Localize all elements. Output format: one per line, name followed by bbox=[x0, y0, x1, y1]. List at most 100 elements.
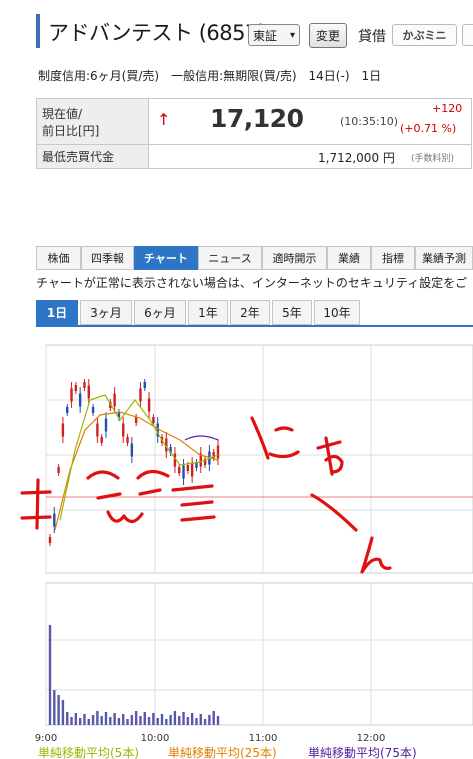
volume-bar bbox=[165, 719, 168, 725]
legend: 単純移動平均(5本) 単純移動平均(25本) 単純移動平均(75本) bbox=[38, 746, 417, 759]
candle-body bbox=[57, 467, 60, 473]
tab-chart[interactable]: チャート bbox=[134, 246, 198, 270]
current-price: 17,120 bbox=[210, 104, 304, 133]
legend-item: 単純移動平均(75本) bbox=[308, 746, 417, 759]
range-2y[interactable]: 2年 bbox=[230, 300, 270, 325]
change-button[interactable]: 変更 bbox=[309, 23, 347, 48]
extra-button[interactable] bbox=[462, 24, 473, 46]
candle-body bbox=[216, 445, 220, 459]
candle-body bbox=[147, 398, 151, 412]
x-tick-label: 12:00 bbox=[357, 733, 386, 744]
title-accent-bar bbox=[36, 14, 40, 48]
volume-bar bbox=[66, 712, 69, 725]
range-6m[interactable]: 6ヶ月 bbox=[134, 300, 186, 325]
credit-info: 制度信用:6ヶ月(買/売) 一般信用:無期限(買/売) 14日(-) 1日 bbox=[38, 69, 382, 83]
legend-item: 単純移動平均(5本) bbox=[38, 746, 139, 759]
volume-bar bbox=[57, 695, 60, 725]
candle-body bbox=[87, 385, 90, 399]
page-title: アドバンテスト (6857) bbox=[48, 21, 266, 45]
range-3m[interactable]: 3ヶ月 bbox=[80, 300, 132, 325]
x-axis-labels: 9:00 10:00 11:00 12:00 bbox=[35, 733, 386, 744]
volume-bar bbox=[152, 713, 155, 725]
price-panel bbox=[45, 344, 473, 574]
volume-bar bbox=[53, 690, 56, 725]
chart-notice: チャートが正常に表示されない場合は、インターネットのセキュリティ設定をご bbox=[36, 276, 468, 290]
volume-bar bbox=[190, 713, 194, 725]
volume-bar bbox=[212, 711, 215, 725]
current-price-label-line2: 前日比[円] bbox=[42, 123, 100, 138]
tab-disclosure[interactable]: 適時開示 bbox=[262, 246, 327, 270]
volume-bar bbox=[216, 716, 220, 725]
volume-bar bbox=[61, 700, 65, 725]
candle-body bbox=[53, 513, 56, 527]
price-change-pct: (+0.71 %) bbox=[400, 122, 457, 135]
tab-stock-price[interactable]: 株価 bbox=[36, 246, 81, 270]
price-time: (10:35:10) bbox=[340, 115, 398, 128]
candle-body bbox=[139, 388, 142, 402]
candle-body bbox=[182, 465, 185, 479]
range-10y[interactable]: 10年 bbox=[314, 300, 360, 325]
candle-body bbox=[74, 385, 78, 391]
candle-body bbox=[178, 467, 181, 473]
candle-body bbox=[130, 443, 134, 457]
tab-indicators[interactable]: 指標 bbox=[371, 246, 415, 270]
up-arrow-icon: ↑ bbox=[157, 110, 171, 129]
volume-bar bbox=[83, 714, 86, 725]
candle-body bbox=[143, 382, 146, 388]
range-5y[interactable]: 5年 bbox=[272, 300, 312, 325]
candle-body bbox=[122, 423, 125, 437]
volume-bar bbox=[109, 717, 112, 725]
volume-bar bbox=[147, 717, 151, 725]
lending-label: 貸借 bbox=[358, 29, 386, 45]
volume-bar bbox=[130, 715, 134, 725]
candle-body bbox=[126, 437, 129, 443]
volume-bar bbox=[113, 713, 116, 725]
market-select[interactable]: 東証 ▾ bbox=[248, 24, 300, 46]
tab-forecast[interactable]: 業績予測 bbox=[415, 246, 473, 270]
candle-body bbox=[104, 418, 108, 432]
range-1y[interactable]: 1年 bbox=[188, 300, 228, 325]
candle-body bbox=[91, 407, 95, 413]
volume-bar bbox=[182, 712, 185, 725]
candle-body bbox=[152, 417, 155, 423]
legend-item: 単純移動平均(25本) bbox=[168, 746, 277, 759]
volume-bar bbox=[160, 714, 164, 725]
tab-news[interactable]: ニュース bbox=[198, 246, 262, 270]
volume-bar bbox=[122, 714, 125, 725]
range-underline bbox=[36, 325, 473, 327]
volume-bar bbox=[74, 713, 78, 725]
volume-bar bbox=[126, 719, 129, 725]
volume-bar bbox=[134, 711, 138, 725]
current-price-label-line1: 現在値/ bbox=[42, 106, 83, 121]
tab-shikiho[interactable]: 四季報 bbox=[81, 246, 134, 270]
candle-body bbox=[96, 423, 99, 437]
volume-bar bbox=[100, 716, 103, 725]
min-trade-label: 最低売買代金 bbox=[36, 144, 149, 169]
min-trade-value: 1,712,000 円 bbox=[318, 151, 395, 165]
candle-body bbox=[83, 382, 86, 388]
x-tick-label: 10:00 bbox=[141, 733, 170, 744]
chevron-down-icon: ▾ bbox=[289, 30, 295, 41]
volume-bar bbox=[96, 711, 99, 725]
volume-bar bbox=[186, 717, 190, 725]
market-select-value: 東証 bbox=[253, 29, 278, 43]
candle-body bbox=[61, 423, 65, 437]
candle-body bbox=[48, 537, 52, 543]
drawing-stroke bbox=[35, 478, 40, 530]
volume-bar bbox=[143, 712, 146, 725]
kabumini-button[interactable]: かぶミニ bbox=[392, 24, 457, 46]
range-1d[interactable]: 1日 bbox=[36, 300, 78, 325]
candle-body bbox=[66, 407, 69, 413]
volume-bar bbox=[208, 715, 211, 725]
volume-bar bbox=[156, 718, 159, 725]
candle-body bbox=[113, 393, 116, 407]
x-tick-label: 9:00 bbox=[35, 733, 57, 744]
price-change: +120 bbox=[432, 102, 463, 115]
volume-bar bbox=[104, 712, 108, 725]
volume-bar bbox=[173, 711, 177, 725]
tab-results[interactable]: 業績 bbox=[327, 246, 371, 270]
candle-body bbox=[70, 388, 73, 402]
volume-bar bbox=[178, 716, 181, 725]
candle-body bbox=[100, 437, 103, 443]
volume-bar bbox=[199, 714, 202, 725]
